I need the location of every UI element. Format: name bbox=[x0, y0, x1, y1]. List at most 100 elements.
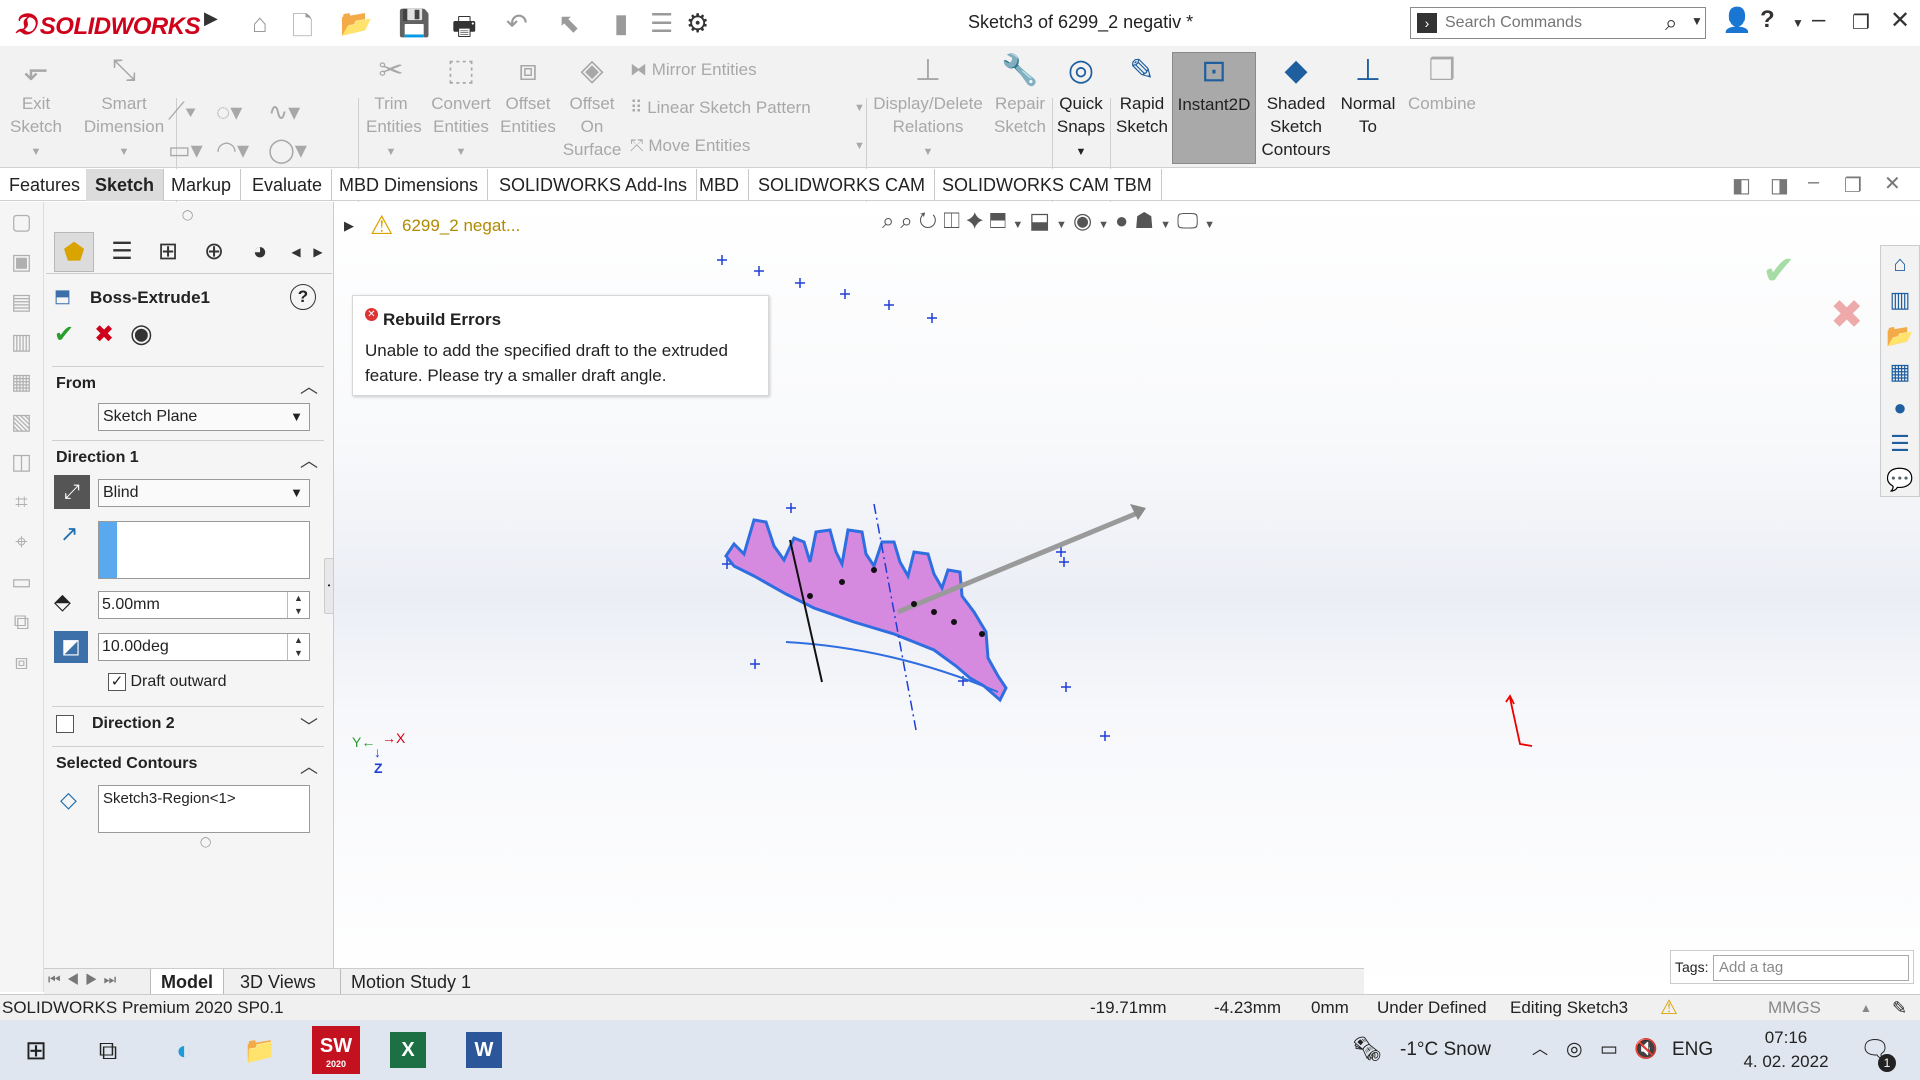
clock[interactable]: 07:16 4. 02. 2022 bbox=[1736, 1026, 1836, 1074]
file-explorer-icon[interactable]: 📂 bbox=[1881, 318, 1919, 354]
tab-sketch[interactable]: Sketch bbox=[86, 169, 165, 201]
rebuild-warning-icon[interactable]: ⚠ bbox=[1660, 995, 1678, 1021]
battery-icon[interactable]: ▭ bbox=[1600, 1020, 1618, 1080]
save-icon[interactable]: 💾 bbox=[398, 8, 430, 39]
normal-to-button[interactable]: ⊥ Normal To bbox=[1336, 52, 1400, 138]
search-input[interactable] bbox=[1445, 12, 1655, 34]
options-gear-icon[interactable]: ⚙ bbox=[686, 8, 709, 39]
help-icon[interactable]: ? bbox=[290, 284, 316, 310]
depth-field[interactable]: 5.00mm ▲ ▼ bbox=[98, 591, 310, 619]
property-manager-tab-icon[interactable]: ☰ bbox=[102, 232, 142, 272]
display-delete-relations-button[interactable]: ⊥ Display/Delete Relations ▼ bbox=[872, 52, 984, 164]
draft-outward-option[interactable]: ✓ Draft outward bbox=[108, 673, 227, 691]
design-library-icon[interactable]: ▥ bbox=[1881, 282, 1919, 318]
user-icon[interactable]: 👤 bbox=[1722, 6, 1752, 35]
smart-dimension-button[interactable]: ⤡ Smart Dimension ▼ bbox=[74, 52, 174, 164]
search-commands[interactable]: › ⌕ ▼ bbox=[1410, 7, 1706, 39]
sketch-tool-icon[interactable]: ▤ bbox=[0, 282, 43, 322]
extrude-preview-region[interactable] bbox=[724, 518, 1008, 703]
tab-scroll-left-icon[interactable]: ◀ bbox=[286, 232, 306, 272]
panel-grip[interactable]: ◯ bbox=[182, 210, 193, 221]
quick-snaps-button[interactable]: ◎ Quick Snaps ▼ bbox=[1056, 52, 1106, 164]
search-icon[interactable]: ⌕ bbox=[1665, 10, 1677, 36]
checkbox-checked-icon[interactable]: ✓ bbox=[108, 673, 126, 691]
weather-text[interactable]: -1°C Snow bbox=[1400, 1020, 1491, 1080]
display-manager-tab-icon[interactable]: ◕ bbox=[240, 232, 280, 272]
help-icon[interactable]: ? bbox=[1760, 6, 1775, 34]
close-icon[interactable]: ✕ bbox=[1890, 6, 1910, 35]
direction-selection-box[interactable] bbox=[98, 521, 310, 579]
offset-on-surface-button[interactable]: ◈ Offset On Surface bbox=[562, 52, 622, 161]
tab-model[interactable]: Model bbox=[150, 969, 224, 995]
units-dropdown-icon[interactable]: ▲ bbox=[1860, 995, 1872, 1021]
feature-manager-tab-icon[interactable]: ⬟ bbox=[54, 232, 94, 272]
tab-3d-views[interactable]: 3D Views bbox=[230, 969, 326, 995]
exit-sketch-button[interactable]: ⬐ Exit Sketch ▼ bbox=[8, 52, 64, 164]
tab-cam[interactable]: SOLIDWORKS CAM bbox=[749, 169, 936, 201]
tab-mbd-dimensions[interactable]: MBD Dimensions bbox=[330, 169, 489, 201]
tab-features[interactable]: Features bbox=[0, 169, 91, 201]
sketch-tool-icon[interactable]: ▢ bbox=[0, 202, 43, 242]
spinner-icon[interactable]: ▲ ▼ bbox=[287, 634, 309, 660]
forum-icon[interactable]: 💬 bbox=[1881, 462, 1919, 498]
instant2d-button[interactable]: ⊡ Instant2D bbox=[1172, 52, 1256, 164]
arc-icon[interactable]: ◠▾ bbox=[216, 136, 249, 165]
convert-entities-button[interactable]: ⬚ Convert Entities ▼ bbox=[426, 52, 496, 164]
open-icon[interactable]: 📂 bbox=[340, 8, 372, 39]
file-explorer-icon[interactable]: 📁 bbox=[240, 1030, 280, 1070]
help-dropdown-icon[interactable]: ▼ bbox=[1792, 16, 1804, 30]
rectangle-icon[interactable]: ▭▾ bbox=[168, 136, 203, 165]
tile-left-icon[interactable]: ◧ bbox=[1732, 173, 1751, 198]
spinner-icon[interactable]: ▲ ▼ bbox=[287, 592, 309, 618]
minimize-icon[interactable]: – bbox=[1812, 6, 1825, 34]
sketch-tool-icon[interactable]: ◫ bbox=[0, 442, 43, 482]
file-properties-icon[interactable]: ☰ bbox=[650, 8, 673, 39]
reverse-direction-icon[interactable]: ⤢ bbox=[54, 475, 90, 509]
cancel-x-icon[interactable]: ✖ bbox=[94, 320, 114, 349]
sketch-tool-icon[interactable]: ▧ bbox=[0, 402, 43, 442]
custom-properties-icon[interactable]: ☰ bbox=[1881, 426, 1919, 462]
direction2-checkbox[interactable] bbox=[56, 715, 74, 733]
tags-input[interactable]: Add a tag bbox=[1713, 955, 1909, 981]
excel-icon[interactable]: X bbox=[390, 1032, 426, 1068]
tile-right-icon[interactable]: ◨ bbox=[1770, 173, 1789, 198]
shaded-sketch-contours-button[interactable]: ◆ Shaded Sketch Contours bbox=[1258, 52, 1334, 161]
solidworks-taskbar-icon[interactable]: SW 2020 bbox=[312, 1026, 360, 1074]
ellipse-icon[interactable]: ◯▾ bbox=[268, 136, 307, 165]
tray-chevron-icon[interactable]: ︿ bbox=[1532, 1020, 1548, 1080]
sketch-tool-icon[interactable]: ▭ bbox=[0, 562, 43, 602]
contours-list[interactable]: Sketch3-Region<1> bbox=[98, 785, 310, 833]
tab-mbd[interactable]: MBD bbox=[690, 169, 749, 201]
select-icon[interactable]: ⬉ bbox=[558, 8, 580, 39]
solidworks-logo[interactable]: 𝔇 SOLIDWORKS bbox=[14, 8, 201, 42]
sketch-tool-icon[interactable]: ⧈ bbox=[0, 642, 43, 682]
restore-icon[interactable]: ❐ bbox=[1852, 10, 1870, 35]
tab-addins[interactable]: SOLIDWORKS Add-Ins bbox=[490, 169, 698, 201]
doc-restore-icon[interactable]: ❐ bbox=[1844, 173, 1862, 198]
draft-angle-field[interactable]: 10.00deg ▲ ▼ bbox=[98, 633, 310, 661]
resize-grip-icon[interactable]: ◯ bbox=[200, 837, 211, 848]
offset-entities-button[interactable]: ⧈ Offset Entities bbox=[500, 52, 556, 138]
language-indicator[interactable]: ENG bbox=[1672, 1020, 1713, 1080]
task-view-icon[interactable]: ⧉ bbox=[88, 1030, 128, 1070]
volume-mute-icon[interactable]: 🔇 bbox=[1634, 1020, 1658, 1080]
rebuild-icon[interactable]: ▮ bbox=[614, 8, 628, 39]
draft-icon[interactable]: ◩ bbox=[54, 631, 88, 663]
view-palette-icon[interactable]: ▦ bbox=[1881, 354, 1919, 390]
home-icon[interactable]: ⌂ bbox=[252, 8, 268, 39]
tab-markup[interactable]: Markup bbox=[162, 169, 242, 201]
rapid-sketch-button[interactable]: ✎ Rapid Sketch bbox=[1114, 52, 1170, 138]
tab-scroll-icons[interactable]: ⏮◀▶⏭ bbox=[48, 971, 122, 988]
sketch-tool-icon[interactable]: ⌖ bbox=[0, 522, 43, 562]
collapse-up-icon[interactable]: ︿ bbox=[300, 373, 318, 399]
ok-check-icon[interactable]: ✔ bbox=[54, 320, 74, 349]
home-icon[interactable]: ⌂ bbox=[1881, 246, 1919, 282]
chevron-down-icon[interactable]: ▼ bbox=[1691, 14, 1703, 28]
line-icon[interactable]: ⟋▾ bbox=[168, 98, 197, 126]
end-condition-select[interactable]: Blind ▼ bbox=[98, 479, 310, 507]
tool-icon[interactable]: ✎ bbox=[1892, 995, 1907, 1021]
move-entities-button[interactable]: ⤧ Move Entities ▼ bbox=[630, 136, 865, 156]
sketch-tool-icon[interactable]: ▣ bbox=[0, 242, 43, 282]
sketch-tool-icon[interactable]: ▥ bbox=[0, 322, 43, 362]
word-icon[interactable]: W bbox=[466, 1032, 502, 1068]
